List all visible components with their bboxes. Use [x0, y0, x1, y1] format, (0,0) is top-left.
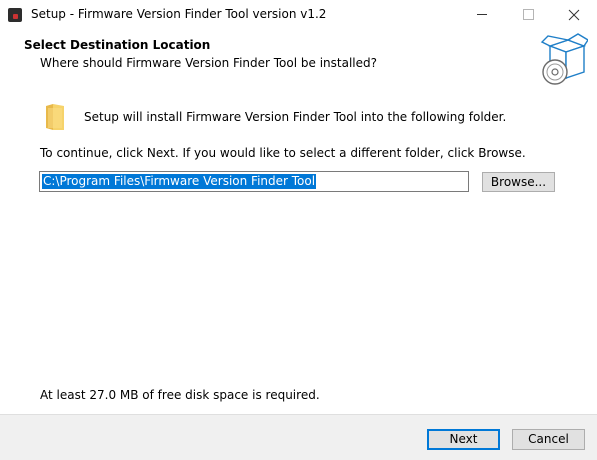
window-title: Setup - Firmware Version Finder Tool ver… [31, 7, 327, 21]
box-with-disc-icon [540, 33, 588, 85]
next-button[interactable]: Next [427, 429, 500, 450]
setup-window: Setup - Firmware Version Finder Tool ver… [0, 0, 597, 460]
page-title: Select Destination Location [24, 38, 211, 52]
browse-button[interactable]: Browse... [482, 172, 555, 192]
folder-icon [46, 104, 64, 130]
wizard-header: Select Destination Location Where should… [0, 30, 597, 88]
maximize-button [505, 0, 551, 30]
footer-divider [0, 414, 597, 415]
close-button[interactable] [551, 0, 597, 30]
page-subtitle: Where should Firmware Version Finder Too… [40, 56, 377, 70]
destination-path-input[interactable]: C:\Program Files\Firmware Version Finder… [39, 171, 469, 192]
disk-space-text: At least 27.0 MB of free disk space is r… [40, 388, 320, 402]
minimize-button[interactable] [459, 0, 505, 30]
instructions-text: To continue, click Next. If you would li… [40, 146, 526, 160]
intro-text: Setup will install Firmware Version Find… [84, 110, 507, 124]
close-icon [568, 9, 580, 21]
minimize-icon [477, 14, 487, 15]
maximize-icon [523, 9, 534, 20]
setup-app-icon [8, 8, 22, 22]
title-bar[interactable]: Setup - Firmware Version Finder Tool ver… [0, 0, 597, 30]
destination-path-value[interactable]: C:\Program Files\Firmware Version Finder… [42, 174, 317, 189]
wizard-footer: Next Cancel [0, 414, 597, 460]
header-divider [0, 88, 597, 89]
cancel-button[interactable]: Cancel [512, 429, 585, 450]
